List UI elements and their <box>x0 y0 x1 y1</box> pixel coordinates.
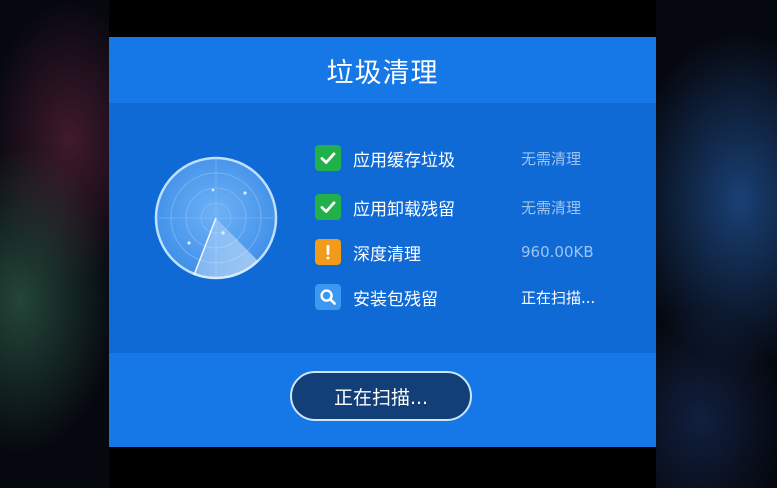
dialog-title: 垃圾清理 <box>326 57 439 89</box>
item-label: 应用缓存垃圾 <box>353 150 455 171</box>
bottom-letterbox <box>109 447 656 488</box>
junk-clean-dialog: 垃圾清理 应用缓存垃圾 无需清理 应用卸载残留 无需清理 深度清理 960.00… <box>109 37 656 447</box>
checkmark-icon <box>315 194 341 220</box>
item-status: 正在扫描... <box>521 288 596 307</box>
top-letterbox <box>109 0 656 37</box>
dialog-header: 垃圾清理 <box>109 37 656 103</box>
item-label: 应用卸载残留 <box>353 199 455 220</box>
dialog-footer: 正在扫描... <box>109 353 656 447</box>
item-label: 安装包残留 <box>353 289 438 310</box>
checkmark-icon <box>315 145 341 171</box>
radar-scan-icon <box>154 156 278 280</box>
list-item-app-cache: 应用缓存垃圾 无需清理 <box>315 143 635 173</box>
item-status: 无需清理 <box>521 149 582 168</box>
scan-content-panel: 应用缓存垃圾 无需清理 应用卸载残留 无需清理 深度清理 960.00KB 安装… <box>109 103 656 353</box>
list-item-deep-clean: 深度清理 960.00KB <box>315 237 635 267</box>
list-item-apk-residue: 安装包残留 正在扫描... <box>315 282 635 312</box>
exclamation-icon <box>315 239 341 265</box>
scanning-button[interactable]: 正在扫描... <box>290 371 472 421</box>
item-status: 无需清理 <box>521 198 582 217</box>
magnifier-icon <box>315 284 341 310</box>
item-label: 深度清理 <box>353 244 421 265</box>
item-status: 960.00KB <box>521 243 594 261</box>
list-item-uninstall-residue: 应用卸载残留 无需清理 <box>315 192 635 222</box>
